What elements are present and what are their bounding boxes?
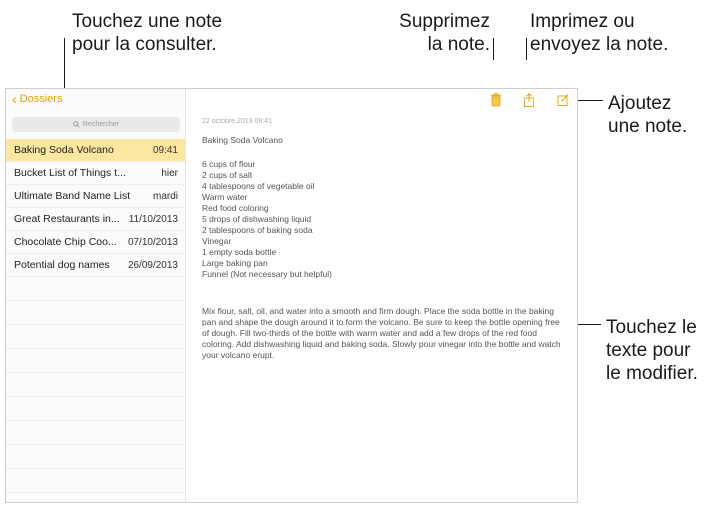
ingredient-line: 4 tablespoons of vegetable oil [202,181,315,191]
callout-share-line1: Imprimez ou [530,11,635,32]
callout-share-line2: envoyez la note. [530,34,669,55]
callout-delete-leader [493,38,494,60]
back-label: Dossiers [19,93,63,105]
note-list-item[interactable]: Potential dog names 26/09/2013 [6,254,185,277]
ingredient-line: 2 tablespoons of baking soda [202,225,313,235]
callout-share: Imprimez ou envoyez la note. [530,10,668,56]
note-list-item[interactable]: Ultimate Band Name List mardi [6,185,185,208]
search-input[interactable]: Rechercher [12,117,180,132]
note-date: 11/10/2013 [128,213,178,225]
note-title: Great Restaurants in... [14,213,120,225]
callout-add-line1: Ajoutez [608,93,672,114]
share-icon[interactable] [523,93,535,107]
note-list-item[interactable]: Bucket List of Things t... hier [6,162,185,185]
callout-consult-line2: pour la consulter. [72,34,217,55]
note-list-item[interactable]: Great Restaurants in... 11/10/2013 [6,208,185,231]
ingredient-line: Warm water [202,192,248,202]
empty-list-row [6,277,185,301]
notes-sidebar: ‹ Dossiers Rechercher Baking Soda Volcan… [6,89,186,502]
ingredient-line: Funnel (Not necessary but helpful) [202,269,332,279]
note-title: Bucket List of Things t... [14,167,126,179]
empty-list-row [6,301,185,325]
note-list-item[interactable]: Baking Soda Volcano 09:41 [6,139,185,162]
search-placeholder: Rechercher [82,121,120,128]
note-date: 26/09/2013 [127,259,178,271]
empty-list-row [6,397,185,421]
note-editor: 22 octobre 2013 09:41 Baking Soda Volcan… [186,89,577,502]
ingredient-line: 5 drops of dishwashing liquid [202,214,312,224]
note-list-item[interactable]: Chocolate Chip Coo... 07/10/2013 [6,231,185,254]
search-icon [73,121,80,128]
callout-add: Ajoutez une note. [608,92,687,138]
callout-edit-line1: Touchez le [606,317,697,338]
note-text-area[interactable]: Baking Soda Volcano 6 cups of flour 2 cu… [202,135,567,361]
notes-app-window: ‹ Dossiers Rechercher Baking Soda Volcan… [5,88,578,503]
ingredient-line: Large baking pan [202,258,268,268]
callout-delete-line1: Supprimez [399,11,490,32]
note-title: Potential dog names [14,259,110,271]
empty-list-row [6,373,185,397]
instructions-paragraph: Mix flour, salt, oil, and water into a s… [202,306,561,360]
callout-consult: Touchez une note pour la consulter. [72,10,222,56]
empty-list-row [6,469,185,493]
callout-consult-line1: Touchez une note [72,11,223,32]
note-date: mardi [152,190,178,202]
ingredient-line: Red food coloring [202,203,269,213]
note-title: Baking Soda Volcano [14,144,114,156]
callout-edit-line3: le modifier. [606,363,698,384]
callout-edit: Touchez le texte pour le modifier. [606,316,698,385]
ingredient-line: 1 empty soda bottle [202,247,277,257]
callout-share-leader [526,38,527,60]
back-button[interactable]: ‹ Dossiers [12,90,63,107]
ingredient-line: Vinegar [202,236,232,246]
callout-add-line2: une note. [608,116,688,137]
note-date: hier [161,167,178,179]
notes-list: Baking Soda Volcano 09:41 Bucket List of… [6,139,185,493]
chevron-left-icon: ‹ [12,90,17,107]
note-title: Ultimate Band Name List [14,190,131,202]
compose-icon[interactable] [557,93,569,107]
ingredient-line: 2 cups of salt [202,170,253,180]
callout-delete-line2: la note. [427,34,490,55]
ingredient-line: 6 cups of flour [202,159,256,169]
empty-list-row [6,325,185,349]
callout-edit-line2: texte pour [606,340,691,361]
note-date: 09:41 [152,144,178,156]
note-timestamp: 22 octobre 2013 09:41 [202,118,273,125]
trash-icon[interactable] [490,93,502,107]
empty-list-row [6,349,185,373]
empty-list-row [6,421,185,445]
empty-list-row [6,445,185,469]
note-body-title: Baking Soda Volcano [202,135,283,145]
ingredients-list: 6 cups of flour 2 cups of salt 4 tablesp… [202,159,567,280]
note-title: Chocolate Chip Coo... [14,236,117,248]
note-date: 07/10/2013 [127,236,178,248]
callout-delete: Supprimez la note. [388,10,490,56]
